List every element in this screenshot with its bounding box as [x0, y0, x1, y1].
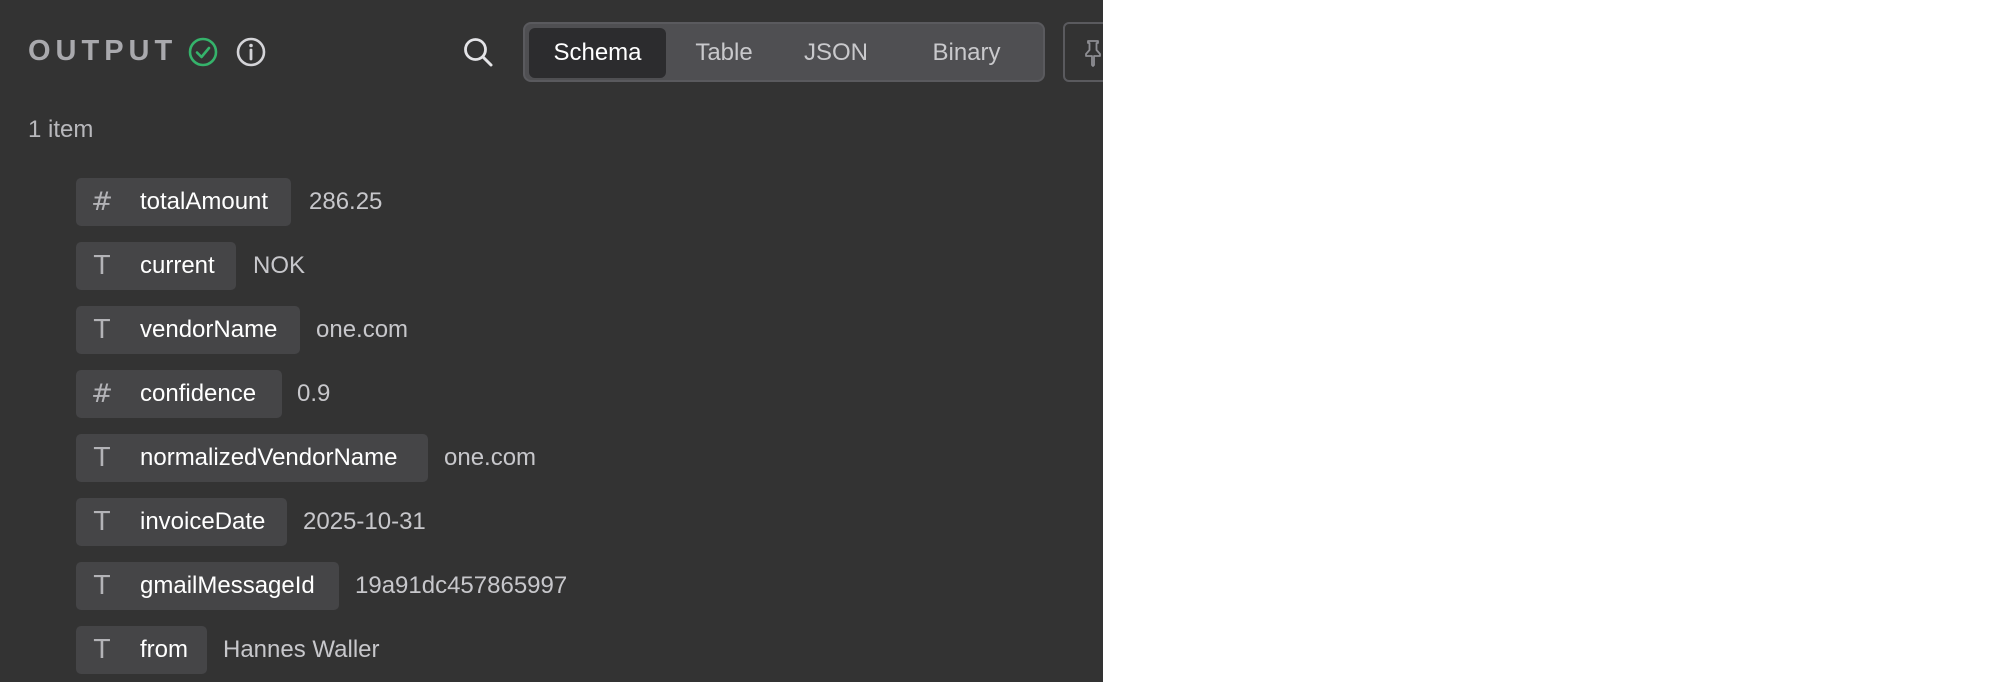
tab-table[interactable]: Table: [674, 28, 774, 78]
field-key-pill[interactable]: T normalizedVendorName: [76, 434, 428, 482]
number-type-icon: #: [91, 187, 113, 217]
info-icon[interactable]: [234, 35, 268, 69]
string-type-icon: T: [94, 251, 110, 281]
field-key: invoiceDate: [140, 508, 266, 535]
field-value: 286.25: [309, 188, 383, 215]
item-count: 1 item: [28, 116, 94, 143]
field-value: 0.9: [297, 380, 331, 407]
field-value: 19a91dc457865997: [355, 572, 568, 599]
schema-field-row: T current NOK: [76, 242, 1103, 306]
string-type-icon: T: [94, 443, 110, 473]
number-type-icon: #: [91, 379, 113, 409]
field-key-pill[interactable]: T invoiceDate: [76, 498, 287, 546]
field-key-pill[interactable]: # confidence: [76, 370, 282, 418]
string-type-icon: T: [94, 507, 110, 537]
string-type-icon: T: [94, 315, 110, 345]
field-key-pill[interactable]: # totalAmount: [76, 178, 291, 226]
field-key-pill[interactable]: T from: [76, 626, 207, 674]
tab-schema[interactable]: Schema: [529, 28, 666, 78]
field-value: NOK: [253, 252, 306, 279]
success-check-icon: [186, 35, 220, 69]
schema-field-row: T vendorName one.com: [76, 306, 1103, 370]
string-type-icon: T: [94, 635, 110, 665]
schema-field-list: # totalAmount 286.25 T current NOK T ven…: [76, 178, 1103, 682]
schema-field-row: T invoiceDate 2025-10-31: [76, 498, 1103, 562]
view-mode-tabs: Schema Table JSON Binary: [523, 22, 1045, 82]
string-type-icon: T: [94, 571, 110, 601]
schema-field-row: T from Hannes Waller: [76, 626, 1103, 682]
field-value: one.com: [444, 444, 537, 471]
schema-field-row: T normalizedVendorName one.com: [76, 434, 1103, 498]
field-key: gmailMessageId: [140, 572, 315, 599]
field-value: Hannes Waller: [223, 636, 380, 663]
tab-binary[interactable]: Binary: [898, 28, 1035, 78]
field-key-pill[interactable]: T current: [76, 242, 236, 290]
panel-title: OUTPUT: [28, 35, 178, 67]
pin-icon: [1085, 40, 1101, 67]
schema-field-row: # confidence 0.9: [76, 370, 1103, 434]
field-value: one.com: [316, 316, 409, 343]
field-key: confidence: [140, 380, 257, 407]
field-key-pill[interactable]: T gmailMessageId: [76, 562, 339, 610]
field-key: current: [140, 252, 215, 279]
field-key: totalAmount: [140, 188, 269, 215]
pin-data-button[interactable]: [1063, 22, 1103, 82]
search-icon[interactable]: [461, 35, 495, 69]
field-value: 2025-10-31: [303, 508, 426, 535]
output-panel: OUTPUT Schema Table JSON Binary 1 item #…: [0, 0, 1103, 682]
field-key: normalizedVendorName: [140, 444, 398, 471]
tab-json[interactable]: JSON: [780, 28, 892, 78]
field-key: from: [140, 636, 188, 663]
schema-field-row: # totalAmount 286.25: [76, 178, 1103, 242]
output-header: OUTPUT Schema Table JSON Binary: [28, 22, 1103, 82]
field-key-pill[interactable]: T vendorName: [76, 306, 300, 354]
field-key: vendorName: [140, 316, 278, 343]
schema-field-row: T gmailMessageId 19a91dc457865997: [76, 562, 1103, 626]
